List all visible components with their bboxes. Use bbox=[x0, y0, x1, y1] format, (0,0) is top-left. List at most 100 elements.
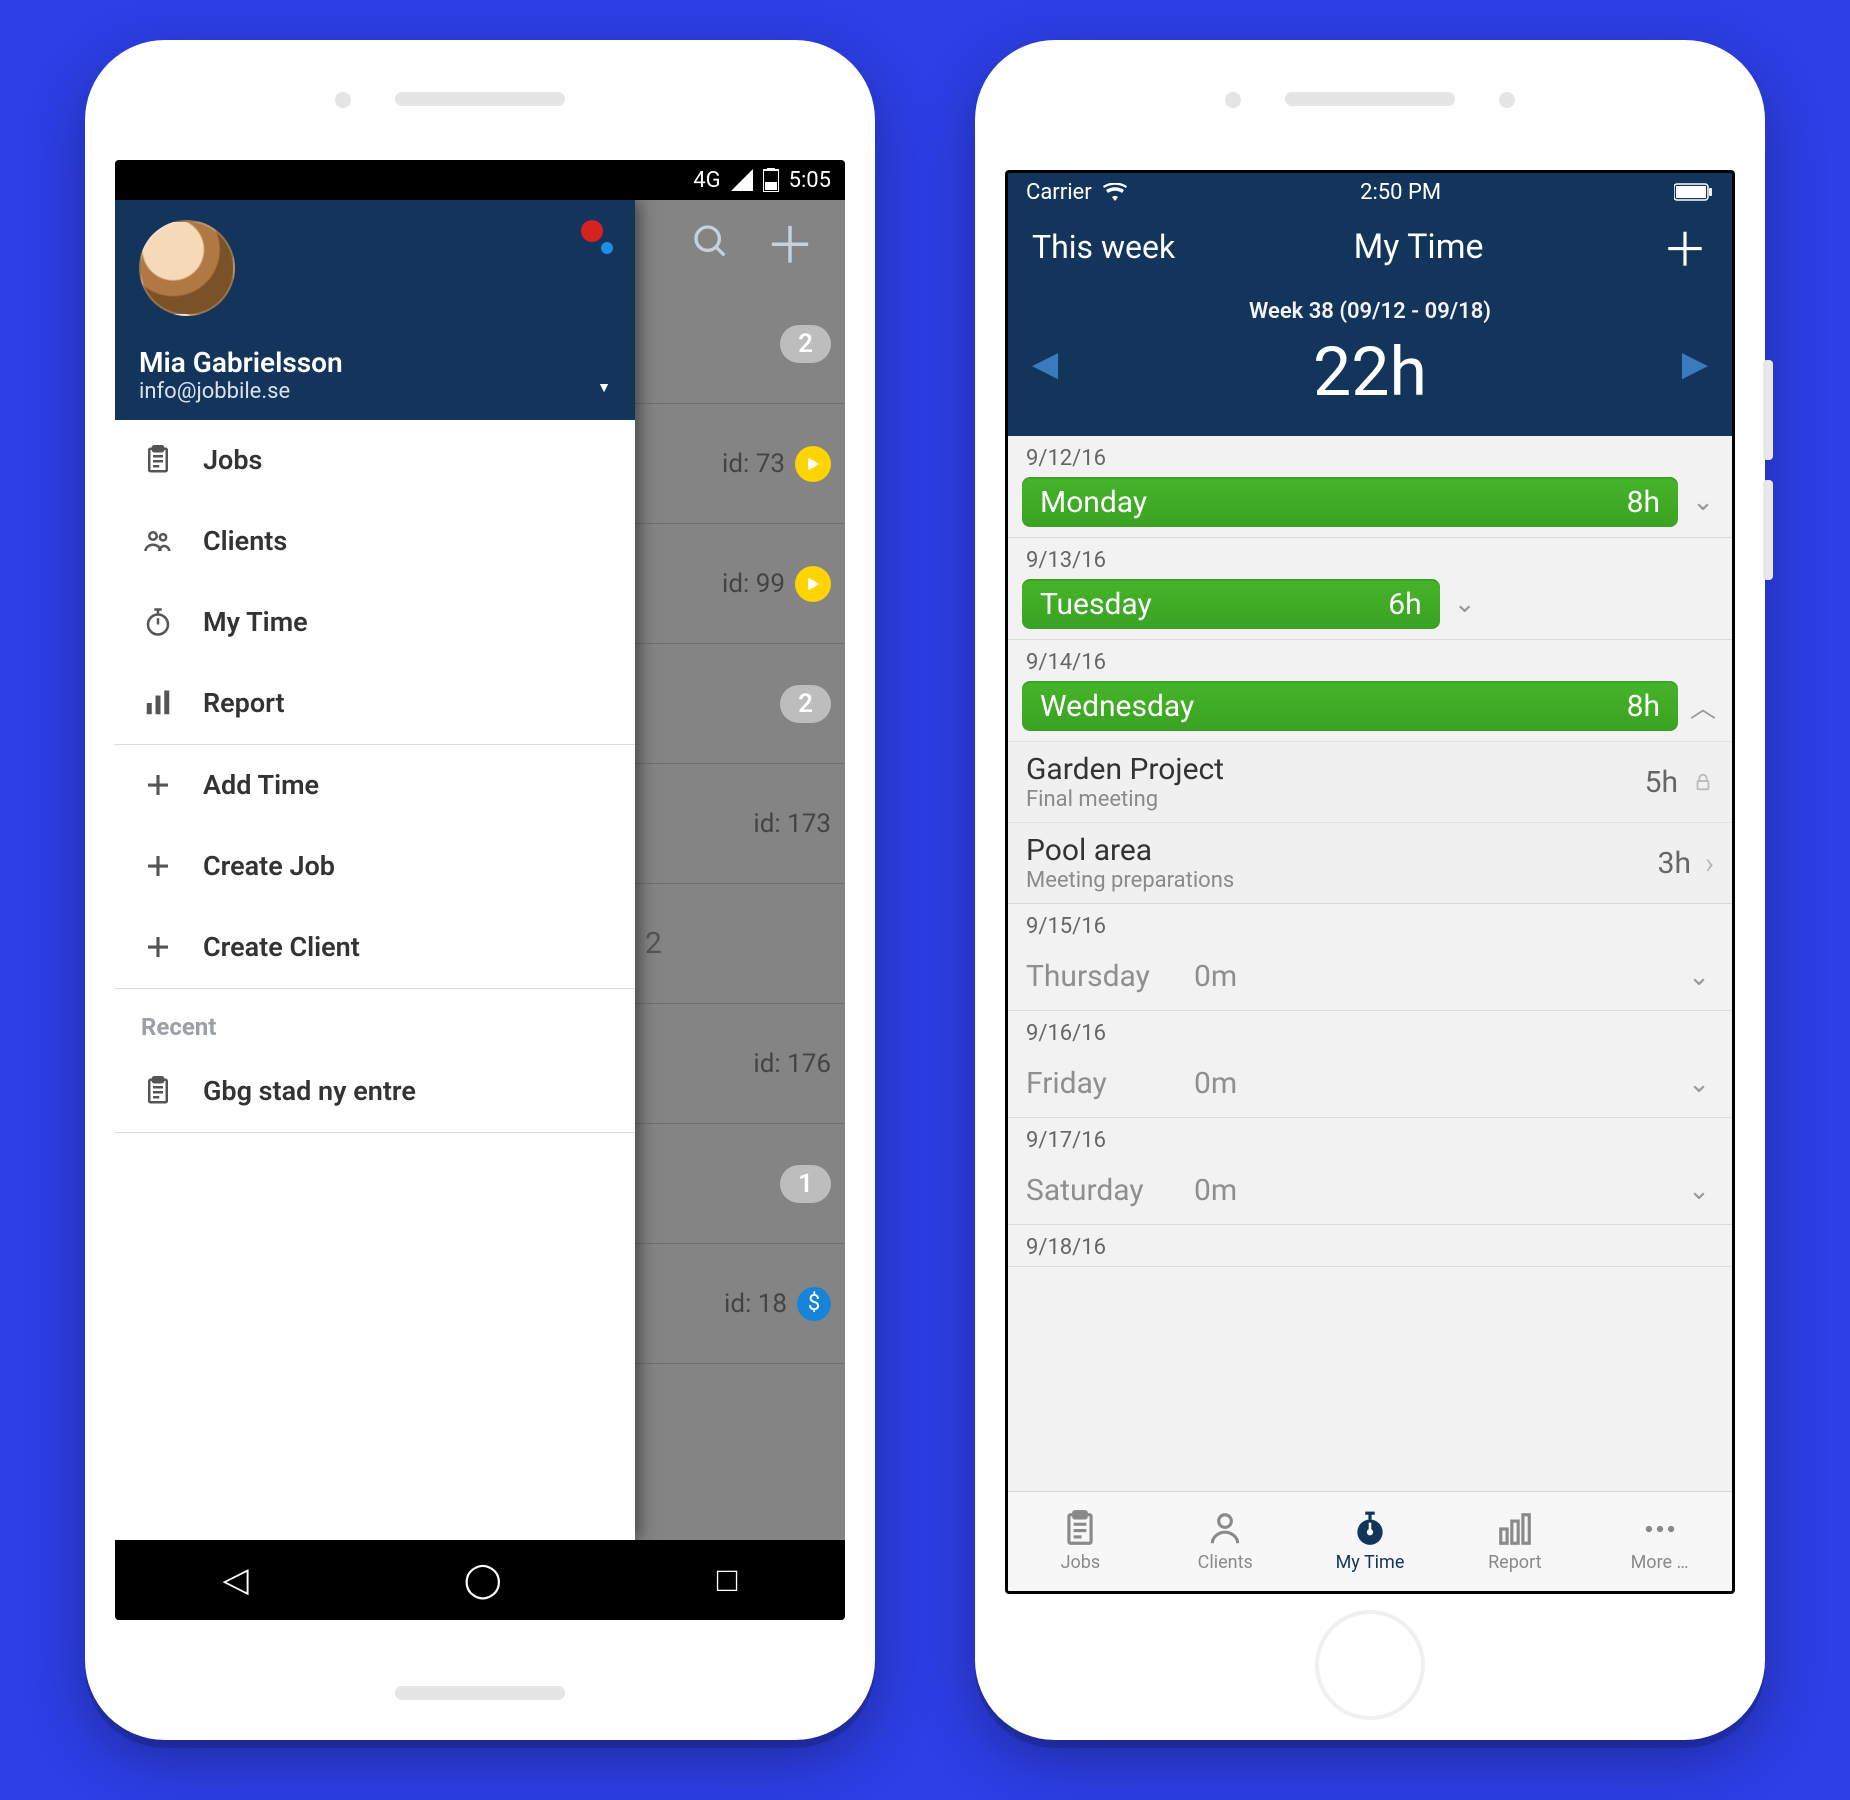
next-week-icon[interactable]: ▶ bbox=[1682, 344, 1708, 384]
carrier-label: Carrier bbox=[1026, 180, 1092, 205]
day-date: 9/18/16 bbox=[1008, 1225, 1732, 1266]
menu-item-jobs[interactable]: Jobs bbox=[115, 420, 635, 501]
time-entry[interactable]: Pool area Meeting preparations 3h › bbox=[1008, 822, 1732, 903]
android-screen: 4G 5:05 ＋ 2id: 73id: 992id: 1732id: 1761… bbox=[115, 160, 845, 1620]
account-dropdown-icon[interactable]: ▼ bbox=[597, 379, 611, 396]
tab-label: Jobs bbox=[1061, 1552, 1101, 1573]
nav-back-icon[interactable]: ◁ bbox=[223, 1560, 249, 1600]
add-icon[interactable]: ＋ bbox=[765, 206, 815, 278]
entry-hours: 3h bbox=[1658, 846, 1691, 881]
ios-status-bar: Carrier 2:50 PM bbox=[1008, 173, 1732, 211]
tab-clients[interactable]: Clients bbox=[1153, 1492, 1298, 1591]
day-block: 9/16/16 Friday 0m ⌄ bbox=[1008, 1011, 1732, 1118]
day-block: 9/14/16 Wednesday 8h ︿ Garden Project Fi… bbox=[1008, 640, 1732, 904]
day-row-empty[interactable]: Saturday 0m ⌄ bbox=[1008, 1159, 1732, 1224]
day-list[interactable]: 9/12/16 Monday 8h ⌄ 9/13/16 Tuesday 6h ⌄… bbox=[1008, 436, 1732, 1491]
day-hours: 6h bbox=[1388, 587, 1421, 622]
day-block: 9/17/16 Saturday 0m ⌄ bbox=[1008, 1118, 1732, 1225]
nav-recents-icon[interactable]: □ bbox=[717, 1560, 738, 1600]
recent-item-label: Gbg stad ny entre bbox=[203, 1075, 416, 1107]
nav-drawer: Mia Gabrielsson info@jobbile.se ▼ Jobs C… bbox=[115, 200, 635, 1540]
network-label: 4G bbox=[693, 168, 720, 193]
tab-bar: Jobs Clients My Time Report More … bbox=[1008, 1491, 1732, 1591]
tab-my-time[interactable]: My Time bbox=[1298, 1492, 1443, 1591]
chevron-down-icon[interactable]: ⌄ bbox=[1684, 1069, 1714, 1099]
day-row-empty[interactable]: Friday 0m ⌄ bbox=[1008, 1052, 1732, 1117]
android-nav-bar: ◁ ◯ □ bbox=[115, 1540, 845, 1620]
day-hours: 0m bbox=[1194, 1173, 1237, 1208]
menu-item-label: Create Job bbox=[203, 850, 335, 882]
week-total-hours: 22h bbox=[1008, 332, 1732, 412]
menu-action-create client[interactable]: Create Client bbox=[115, 907, 635, 988]
count-badge: 2 bbox=[780, 685, 831, 723]
bars-icon bbox=[141, 688, 175, 718]
chevron-down-icon[interactable]: ⌄ bbox=[1450, 589, 1480, 619]
add-button[interactable]: ＋ bbox=[1662, 214, 1708, 280]
menu-action-add time[interactable]: Add Time bbox=[115, 745, 635, 826]
menu-item-label: My Time bbox=[203, 606, 308, 638]
chevron-down-icon[interactable]: ⌄ bbox=[1684, 1176, 1714, 1206]
day-block: 9/13/16 Tuesday 6h ⌄ bbox=[1008, 538, 1732, 640]
clipboard-icon bbox=[141, 445, 175, 475]
day-date: 9/16/16 bbox=[1008, 1011, 1732, 1052]
entry-title: Pool area bbox=[1026, 833, 1234, 868]
prev-week-icon[interactable]: ◀ bbox=[1032, 344, 1058, 384]
ios-phone-frame: Carrier 2:50 PM This week My Time ＋ ◀ ▶ … bbox=[975, 40, 1765, 1740]
nav-home-icon[interactable]: ◯ bbox=[464, 1560, 502, 1600]
hours-bar: Tuesday 6h bbox=[1022, 579, 1440, 629]
day-row[interactable]: Tuesday 6h ⌄ bbox=[1008, 579, 1732, 639]
chevron-down-icon[interactable]: ⌄ bbox=[1688, 487, 1718, 517]
play-icon[interactable] bbox=[795, 446, 831, 482]
stopwatch-icon bbox=[1351, 1510, 1389, 1548]
earpiece bbox=[1285, 92, 1455, 106]
signal-icon bbox=[731, 169, 753, 191]
chevron-up-icon[interactable]: ︿ bbox=[1688, 688, 1718, 725]
dollar-icon: $ bbox=[797, 1287, 831, 1321]
day-hours: 8h bbox=[1627, 689, 1660, 724]
day-block: 9/15/16 Thursday 0m ⌄ bbox=[1008, 904, 1732, 1011]
job-id-label: id: 99 bbox=[722, 569, 785, 599]
menu-item-clients[interactable]: Clients bbox=[115, 501, 635, 582]
ios-home-button[interactable] bbox=[1315, 1610, 1425, 1720]
menu-item-label: Jobs bbox=[203, 444, 262, 476]
day-row[interactable]: Wednesday 8h ︿ bbox=[1008, 681, 1732, 741]
side-button bbox=[1763, 480, 1773, 580]
clock-label: 2:50 PM bbox=[1360, 180, 1441, 205]
tab-report[interactable]: Report bbox=[1442, 1492, 1587, 1591]
entry-title: Garden Project bbox=[1026, 752, 1224, 787]
day-hours: 8h bbox=[1627, 485, 1660, 520]
day-row-empty[interactable]: Thursday 0m ⌄ bbox=[1008, 945, 1732, 1010]
day-row[interactable]: Monday 8h ⌄ bbox=[1008, 477, 1732, 537]
person-icon bbox=[1206, 1510, 1244, 1548]
count-badge: 2 bbox=[780, 325, 831, 363]
menu-item-report[interactable]: Report bbox=[115, 663, 635, 744]
user-email: info@jobbile.se bbox=[139, 379, 611, 404]
entry-subtitle: Meeting preparations bbox=[1026, 868, 1234, 893]
notification-dots[interactable] bbox=[581, 220, 613, 246]
job-id-label: id: 18 bbox=[724, 1289, 787, 1319]
chevron-down-icon[interactable]: ⌄ bbox=[1684, 962, 1714, 992]
plus-icon bbox=[141, 932, 175, 962]
avatar[interactable] bbox=[139, 220, 235, 316]
search-icon[interactable] bbox=[691, 222, 731, 262]
tab-more-[interactable]: More … bbox=[1587, 1492, 1732, 1591]
day-date: 9/12/16 bbox=[1008, 436, 1732, 477]
tab-jobs[interactable]: Jobs bbox=[1008, 1492, 1153, 1591]
recent-item[interactable]: Gbg stad ny entre bbox=[115, 1051, 635, 1132]
job-id-label: id: 173 bbox=[753, 809, 831, 839]
background-header: ＋ bbox=[661, 200, 845, 284]
tab-label: More … bbox=[1631, 1552, 1689, 1573]
drawer-menu: Jobs Clients My Time Report Add Time Cre… bbox=[115, 420, 635, 1540]
tab-label: Report bbox=[1488, 1552, 1541, 1573]
play-icon[interactable] bbox=[795, 566, 831, 602]
navbar-left-button[interactable]: This week bbox=[1032, 228, 1175, 266]
menu-action-create job[interactable]: Create Job bbox=[115, 826, 635, 907]
time-entry[interactable]: Garden Project Final meeting 5h bbox=[1008, 741, 1732, 822]
drawer-header[interactable]: Mia Gabrielsson info@jobbile.se ▼ bbox=[115, 200, 635, 420]
section-count: 2 bbox=[645, 926, 662, 961]
entry-subtitle: Final meeting bbox=[1026, 787, 1224, 812]
menu-item-my time[interactable]: My Time bbox=[115, 582, 635, 663]
battery-icon bbox=[1674, 183, 1714, 201]
day-hours: 0m bbox=[1194, 1066, 1237, 1101]
people-icon bbox=[141, 526, 175, 556]
